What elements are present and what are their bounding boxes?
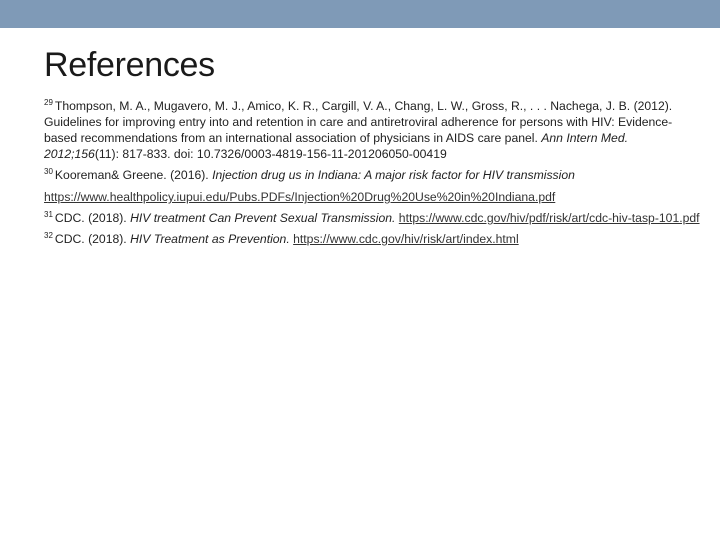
reference-number: 30: [44, 166, 53, 176]
reference-text: Kooreman& Greene. (2016).: [54, 168, 213, 182]
reference-link[interactable]: https://www.cdc.gov/hiv/risk/art/index.h…: [293, 232, 519, 246]
reference-citation: (11): 817-833. doi: 10.7326/0003-4819-15…: [94, 147, 447, 161]
slide-title: References: [44, 46, 215, 84]
header-bar: [0, 0, 720, 28]
reference-item: 29 Thompson, M. A., Mugavero, M. J., Amic…: [44, 98, 704, 162]
reference-title: HIV Treatment as Prevention.: [130, 232, 290, 246]
reference-title: HIV treatment Can Prevent Sexual Transmi…: [130, 211, 396, 225]
reference-text: CDC. (2018).: [54, 211, 131, 225]
reference-link[interactable]: https://www.healthpolicy.iupui.edu/Pubs.…: [44, 190, 555, 204]
reference-title: Injection drug us in Indiana: A major ri…: [212, 168, 575, 182]
reference-number: 31: [44, 209, 53, 219]
reference-text: CDC. (2018).: [54, 232, 131, 246]
reference-item: 31 CDC. (2018). HIV treatment Can Prevent…: [44, 210, 704, 226]
reference-link[interactable]: https://www.cdc.gov/hiv/pdf/risk/art/cdc…: [399, 211, 700, 225]
reference-number: 29: [44, 97, 53, 107]
reference-item: 30 Kooreman& Greene. (2016). Injection dr…: [44, 167, 704, 205]
reference-list: 29 Thompson, M. A., Mugavero, M. J., Amic…: [44, 98, 704, 252]
reference-item: 32 CDC. (2018). HIV Treatment as Preventi…: [44, 231, 704, 247]
reference-number: 32: [44, 230, 53, 240]
